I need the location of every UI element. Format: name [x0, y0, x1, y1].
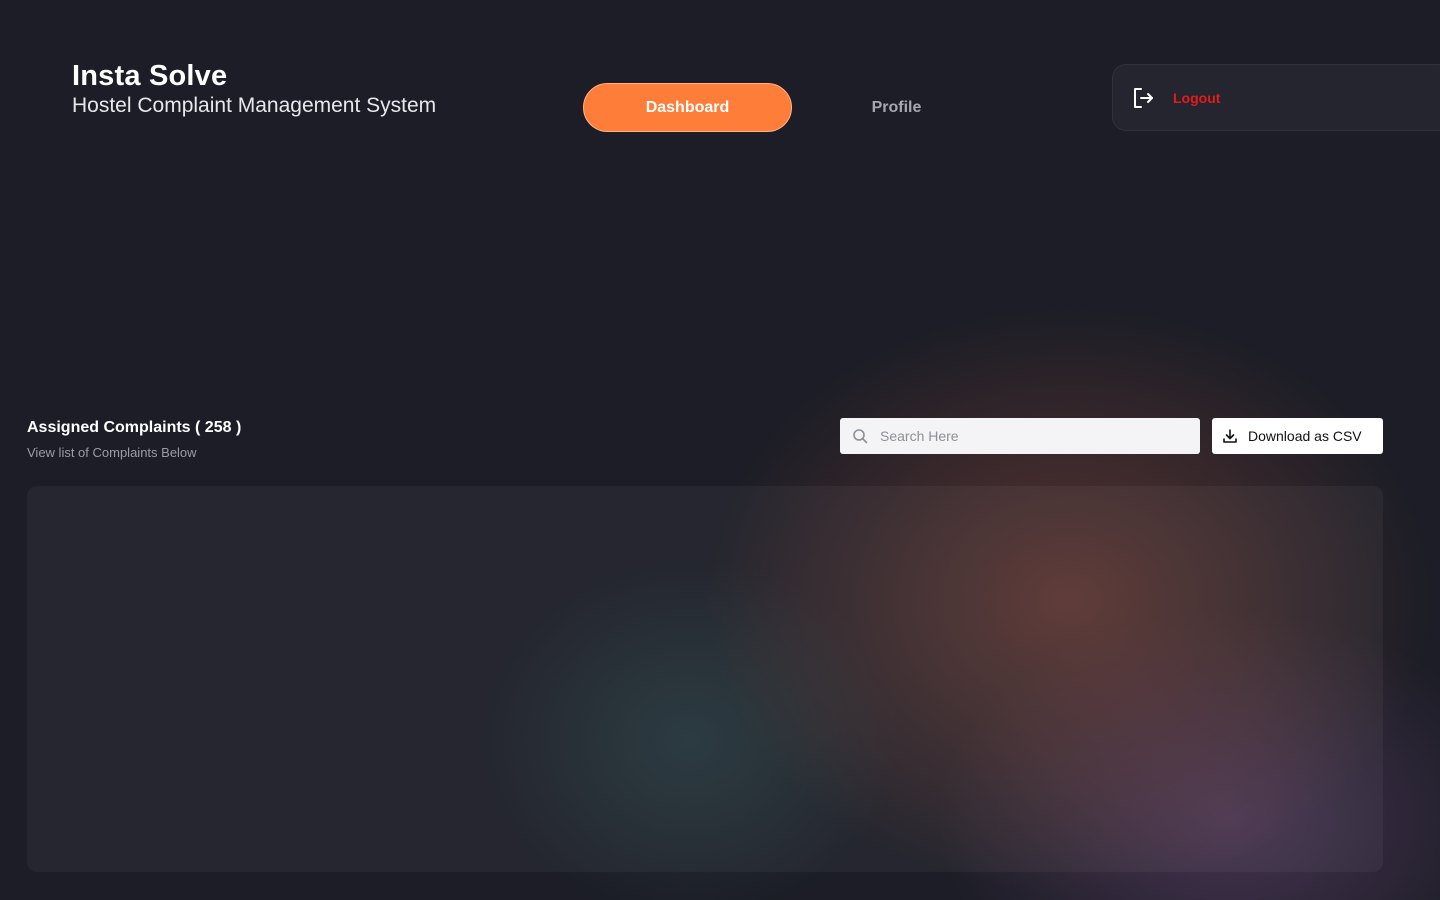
- download-csv-button[interactable]: Download as CSV: [1212, 418, 1383, 454]
- search-box: [840, 418, 1200, 454]
- app-title: Insta Solve: [72, 60, 228, 92]
- app-subtitle: Hostel Complaint Management System: [72, 94, 437, 117]
- complaints-header: Assigned Complaints ( 258 ) View list of…: [27, 417, 241, 462]
- logout-button[interactable]: Logout: [1112, 64, 1440, 131]
- logout-label: Logout: [1173, 89, 1221, 106]
- brand: Insta Solve Hostel Complaint Management …: [72, 58, 436, 120]
- tab-profile[interactable]: Profile: [792, 83, 1001, 132]
- complaints-title: Assigned Complaints ( 258 ): [27, 419, 242, 436]
- main-nav: Dashboard Profile: [583, 83, 1001, 132]
- download-csv-label: Download as CSV: [1248, 428, 1362, 444]
- complaints-subtitle: View list of Complaints Below: [27, 445, 197, 460]
- search-input[interactable]: [878, 427, 1182, 445]
- tab-dashboard[interactable]: Dashboard: [583, 83, 792, 132]
- download-icon: [1222, 428, 1238, 444]
- search-icon: [852, 428, 868, 444]
- complaints-table-panel: [27, 486, 1383, 872]
- logout-icon: [1131, 86, 1155, 110]
